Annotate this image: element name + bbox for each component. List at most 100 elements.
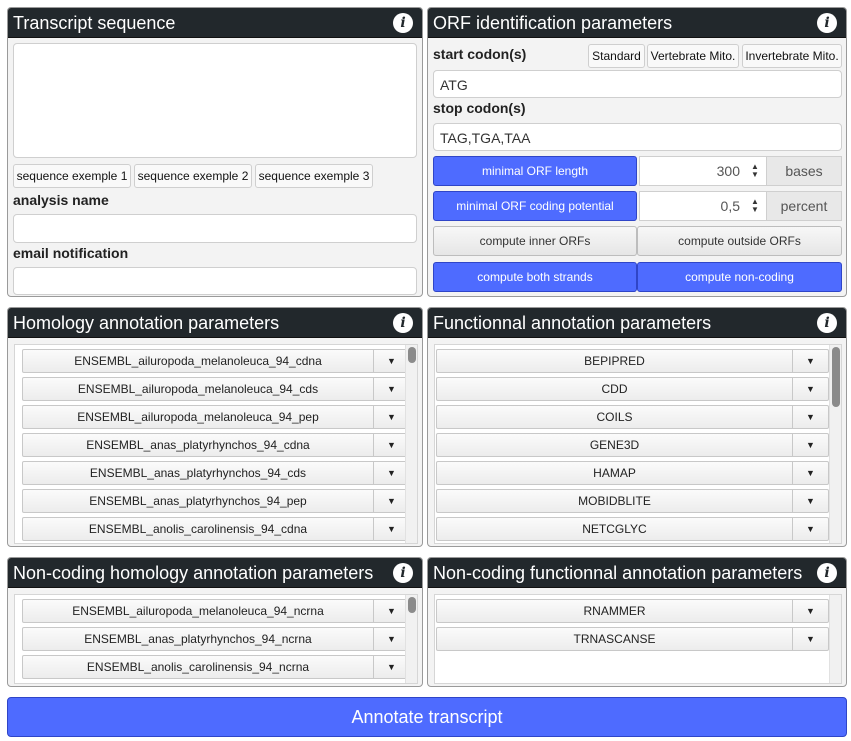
homology-panel-title: Homology annotation parameters	[13, 313, 280, 333]
nc-homology-panel-header: Non-coding homology annotation parameter…	[8, 558, 422, 588]
info-icon[interactable]: i	[817, 313, 837, 333]
list-item[interactable]: ENSEMBL_anas_platyrhynchos_94_ncrna ▼	[22, 627, 410, 651]
list-item[interactable]: COILS ▼	[436, 405, 829, 429]
list-item[interactable]: ENSEMBL_anas_platyrhynchos_94_cdna ▼	[22, 433, 410, 457]
scrollbar[interactable]	[405, 345, 417, 543]
sequence-example-2-button[interactable]: sequence exemple 2	[134, 164, 252, 188]
chevron-down-icon[interactable]: ▼	[792, 434, 828, 456]
list-item[interactable]: RNAMMER ▼	[436, 599, 829, 623]
sequence-example-1-button[interactable]: sequence exemple 1	[13, 164, 131, 188]
orf-panel: ORF identification parameters i start co…	[427, 7, 847, 297]
preset-invertebrate-mito-button[interactable]: Invertebrate Mito.	[742, 44, 842, 68]
scrollbar[interactable]	[405, 595, 417, 683]
homology-list[interactable]: ENSEMBL_ailuropoda_melanoleuca_94_cdna ▼ …	[14, 344, 418, 544]
chevron-down-icon[interactable]: ▼	[373, 600, 409, 622]
chevron-down-icon[interactable]: ▼	[792, 378, 828, 400]
nc-homology-panel: Non-coding homology annotation parameter…	[7, 557, 423, 687]
start-codon-input[interactable]: ATG	[433, 70, 842, 98]
min-coding-potential-input[interactable]: 0,5 ▲ ▼	[639, 191, 767, 221]
list-item-label: ENSEMBL_ailuropoda_melanoleuca_94_cdna	[74, 354, 322, 368]
email-notification-input[interactable]	[13, 267, 417, 295]
stop-codon-label: stop codon(s)	[433, 100, 526, 116]
stop-codon-input[interactable]: TAG,TGA,TAA	[433, 123, 842, 151]
list-item[interactable]: ENSEMBL_ailuropoda_melanoleuca_94_cds ▼	[22, 377, 410, 401]
chevron-down-icon[interactable]: ▼	[373, 518, 409, 540]
list-item[interactable]: ENSEMBL_anas_platyrhynchos_94_cds ▼	[22, 461, 410, 485]
min-orf-length-input[interactable]: 300 ▲ ▼	[639, 156, 767, 186]
list-item-label: ENSEMBL_anas_platyrhynchos_94_cdna	[86, 438, 310, 452]
chevron-down-icon[interactable]: ▼	[373, 434, 409, 456]
chevron-down-icon[interactable]: ▼	[373, 628, 409, 650]
chevron-down-icon[interactable]: ▼	[792, 406, 828, 428]
preset-standard-button[interactable]: Standard	[588, 44, 645, 68]
sequence-textarea[interactable]	[13, 43, 417, 158]
list-item[interactable]: GENE3D ▼	[436, 433, 829, 457]
chevron-down-icon[interactable]: ▼	[373, 378, 409, 400]
list-item-label: NETCGLYC	[582, 522, 647, 536]
list-item-label: HAMAP	[593, 466, 636, 480]
spinner-icon[interactable]: ▲ ▼	[750, 198, 760, 214]
nc-homology-list[interactable]: ENSEMBL_ailuropoda_melanoleuca_94_ncrna ▼…	[14, 594, 418, 684]
functional-list[interactable]: BEPIPRED ▼ CDD ▼ COILS ▼ GENE3D ▼ HAMAP ▼ MOB…	[434, 344, 842, 544]
compute-both-strands-toggle[interactable]: compute both strands	[433, 262, 637, 292]
list-item-label: BEPIPRED	[584, 354, 645, 368]
scrollbar-thumb[interactable]	[408, 597, 416, 613]
list-item[interactable]: CDD ▼	[436, 377, 829, 401]
sequence-example-3-button[interactable]: sequence exemple 3	[255, 164, 373, 188]
list-item-label: ENSEMBL_anolis_carolinensis_94_cdna	[88, 522, 308, 536]
list-item[interactable]: ENSEMBL_anolis_carolinensis_94_ncrna ▼	[22, 655, 410, 679]
chevron-down-icon[interactable]: ▼	[373, 406, 409, 428]
nc-functional-list[interactable]: RNAMMER ▼ TRNASCANSE ▼	[434, 594, 842, 684]
list-item[interactable]: ENSEMBL_anas_platyrhynchos_94_pep ▼	[22, 489, 410, 513]
orf-panel-header: ORF identification parameters i	[428, 8, 846, 38]
nc-functional-panel-header: Non-coding functionnal annotation parame…	[428, 558, 846, 588]
list-item[interactable]: ENSEMBL_ailuropoda_melanoleuca_94_cdna ▼	[22, 349, 410, 373]
list-item[interactable]: ENSEMBL_ailuropoda_melanoleuca_94_pep ▼	[22, 405, 410, 429]
list-item-label: RNAMMER	[583, 604, 646, 618]
list-item[interactable]: TRNASCANSE ▼	[436, 627, 829, 651]
list-item-label: MOBIDBLITE	[578, 494, 651, 508]
min-orf-length-value: 300	[716, 163, 740, 179]
chevron-down-icon[interactable]: ▼	[373, 350, 409, 372]
list-item[interactable]: ENSEMBL_anolis_carolinensis_94_cdna ▼	[22, 517, 410, 541]
min-coding-potential-button[interactable]: minimal ORF coding potential	[433, 191, 637, 221]
list-item-label: ENSEMBL_anolis_carolinensis_94_ncrna	[86, 660, 310, 674]
scrollbar-thumb[interactable]	[408, 347, 416, 363]
chevron-down-icon[interactable]: ▼	[792, 600, 828, 622]
chevron-down-icon[interactable]: ▼	[792, 350, 828, 372]
compute-outside-orfs-toggle[interactable]: compute outside ORFs	[637, 226, 842, 256]
start-codon-label: start codon(s)	[433, 46, 527, 62]
chevron-down-icon[interactable]: ▼	[792, 518, 828, 540]
list-item[interactable]: NETCGLYC ▼	[436, 517, 829, 541]
annotate-transcript-button[interactable]: Annotate transcript	[7, 697, 847, 737]
info-icon[interactable]: i	[817, 13, 837, 33]
email-notification-label: email notification	[13, 245, 129, 261]
info-icon[interactable]: i	[393, 563, 413, 583]
info-icon[interactable]: i	[393, 13, 413, 33]
min-orf-length-button[interactable]: minimal ORF length	[433, 156, 637, 186]
list-item[interactable]: ENSEMBL_ailuropoda_melanoleuca_94_ncrna ▼	[22, 599, 410, 623]
list-item[interactable]: MOBIDBLITE ▼	[436, 489, 829, 513]
list-item-label: ENSEMBL_ailuropoda_melanoleuca_94_cds	[77, 382, 319, 396]
info-icon[interactable]: i	[817, 563, 837, 583]
chevron-down-icon[interactable]: ▼	[792, 490, 828, 512]
list-item[interactable]: BEPIPRED ▼	[436, 349, 829, 373]
chevron-down-icon[interactable]: ▼	[373, 462, 409, 484]
analysis-name-input[interactable]	[13, 214, 417, 243]
list-item[interactable]: HAMAP ▼	[436, 461, 829, 485]
preset-vertebrate-mito-button[interactable]: Vertebrate Mito.	[647, 44, 739, 68]
scrollbar[interactable]	[829, 345, 841, 543]
scrollbar[interactable]	[829, 595, 841, 683]
compute-inner-orfs-toggle[interactable]: compute inner ORFs	[433, 226, 637, 256]
spinner-icon[interactable]: ▲ ▼	[750, 163, 760, 179]
list-item-label: ENSEMBL_anas_platyrhynchos_94_cds	[89, 466, 307, 480]
chevron-down-icon[interactable]: ▼	[373, 656, 409, 678]
chevron-down-icon[interactable]: ▼	[792, 628, 828, 650]
min-coding-potential-value: 0,5	[720, 198, 740, 214]
scrollbar-thumb[interactable]	[832, 347, 840, 407]
list-item-label: TRNASCANSE	[573, 632, 656, 646]
chevron-down-icon[interactable]: ▼	[792, 462, 828, 484]
info-icon[interactable]: i	[393, 313, 413, 333]
compute-non-coding-toggle[interactable]: compute non-coding	[637, 262, 842, 292]
chevron-down-icon[interactable]: ▼	[373, 490, 409, 512]
